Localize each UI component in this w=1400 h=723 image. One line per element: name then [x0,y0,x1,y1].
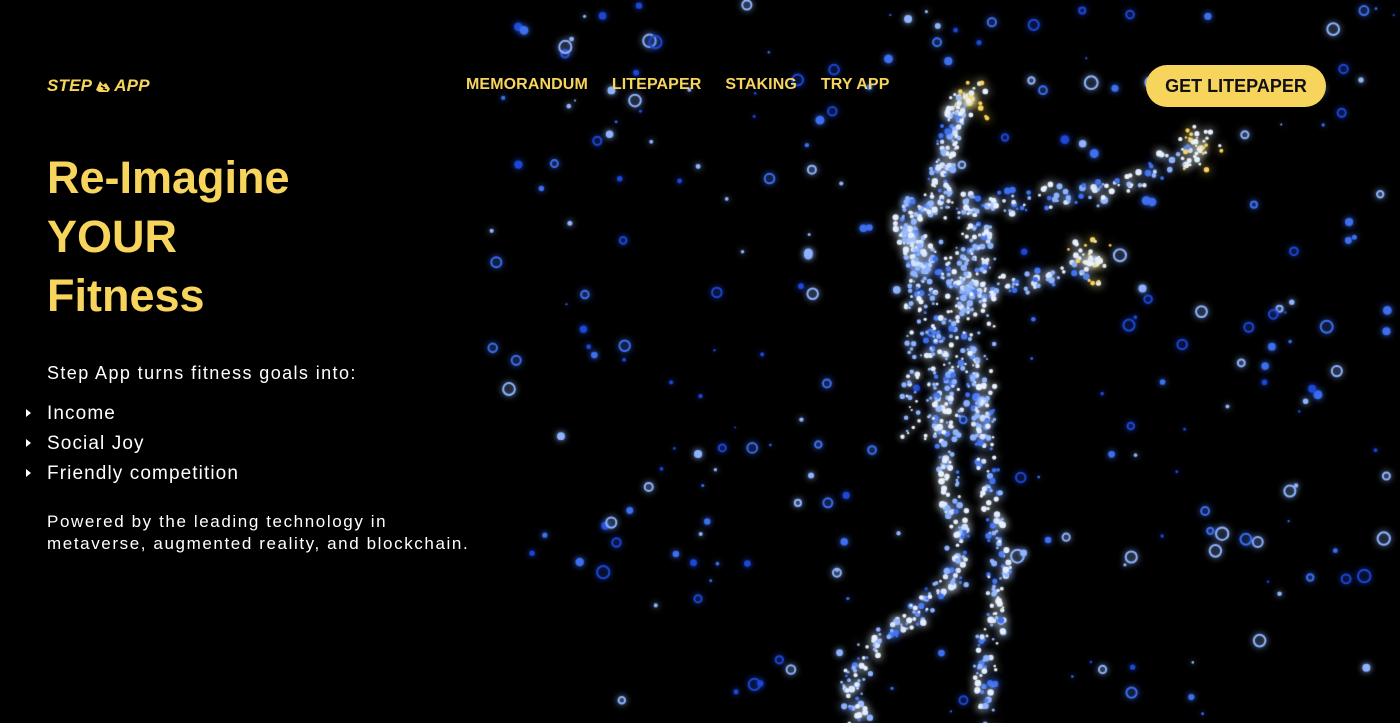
nav-try-app[interactable]: TRY APP [821,76,890,94]
bullet-arrow-icon [26,439,31,447]
hero-section: Re-Imagine YOUR Fitness [47,148,517,325]
nav-litepaper[interactable]: LITEPAPER [612,76,702,94]
get-litepaper-button[interactable]: GET LITEPAPER [1146,65,1326,107]
benefit-social-joy: Social Joy [47,433,145,454]
step-app-logo[interactable]: STEP APP [47,76,150,96]
bullet-arrow-icon [26,409,31,417]
logo-text-left: STEP [47,76,93,95]
hero-title-line-1: Re-Imagine [47,152,290,203]
bullet-arrow-icon [26,469,31,477]
powered-by-text: Powered by the leading technology in met… [47,512,470,553]
shoe-icon [96,81,111,92]
list-item: Friendly competition [25,461,239,491]
list-item: Social Joy [25,431,239,461]
nav-staking[interactable]: STAKING [725,76,797,94]
site-header: STEP APP MEMORANDUM LITEPAPER STAKING TR… [0,0,1400,170]
intro-text: Step App turns fitness goals into: [47,363,357,383]
list-item: Income [25,401,239,431]
benefit-friendly-competition: Friendly competition [47,463,240,484]
main-nav: MEMORANDUM LITEPAPER STAKING TRY APP [466,76,889,94]
benefits-list: Income Social Joy Friendly competition [25,401,239,491]
benefit-income: Income [47,403,116,424]
hero-title-line-2: YOUR [47,211,178,262]
nav-memorandum[interactable]: MEMORANDUM [466,76,588,94]
hero-title: Re-Imagine YOUR Fitness [47,148,517,325]
hero-title-line-3: Fitness [47,270,205,321]
logo-text-right: APP [114,76,150,95]
